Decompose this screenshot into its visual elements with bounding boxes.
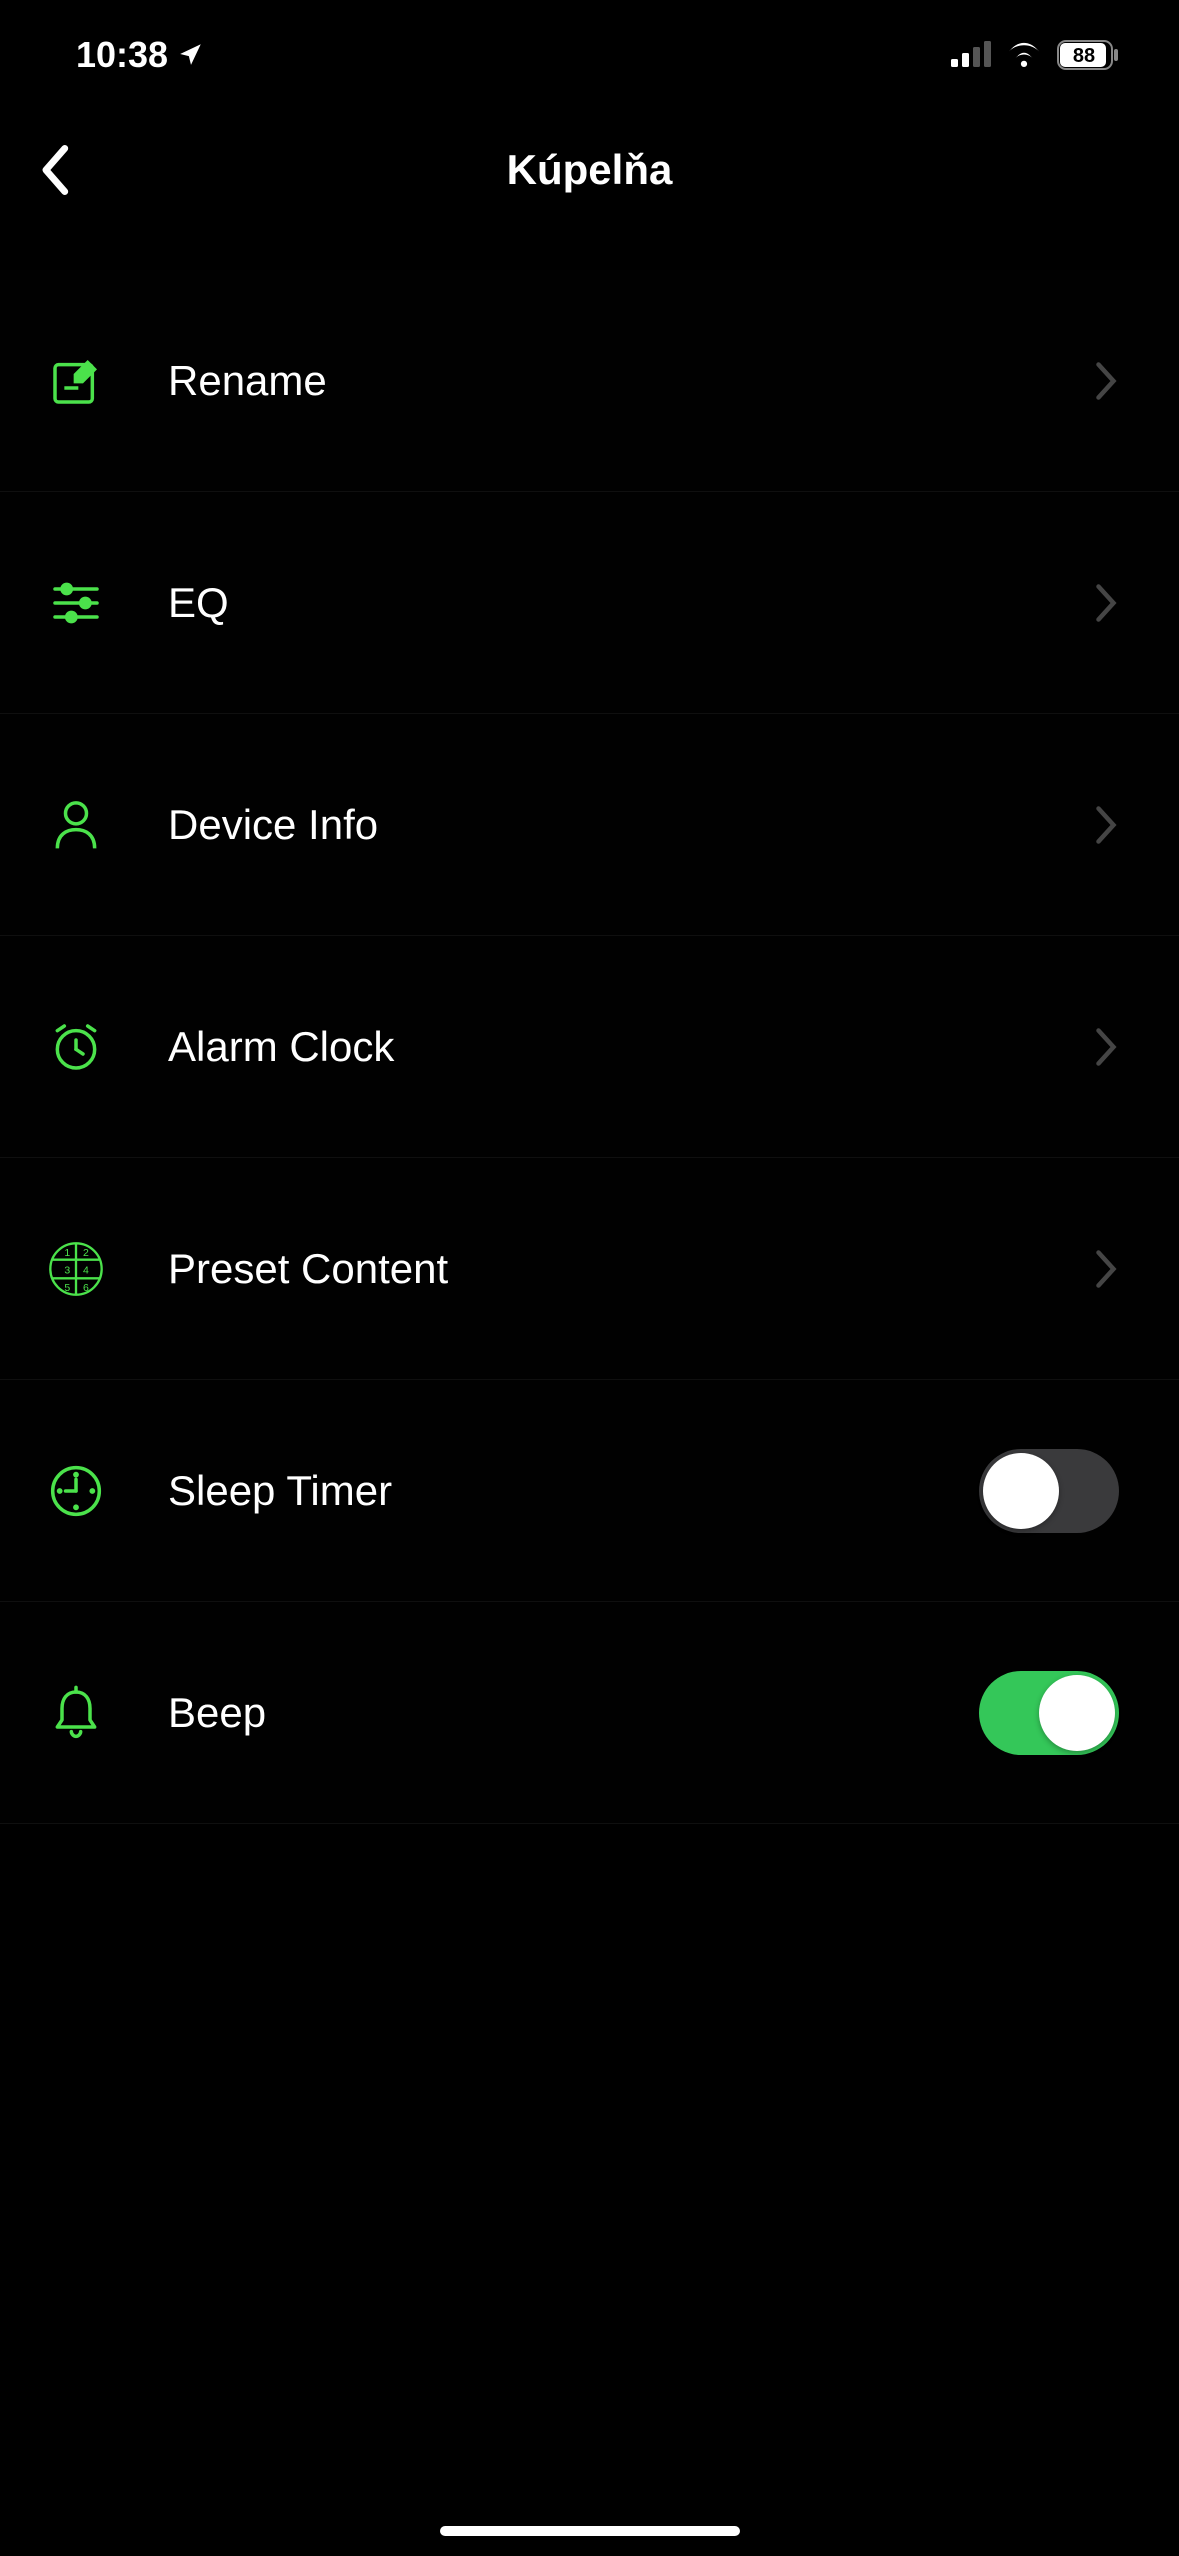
location-icon xyxy=(178,34,204,76)
row-device-info[interactable]: Device Info xyxy=(0,714,1179,936)
toggle-knob xyxy=(983,1453,1059,1529)
svg-text:6: 6 xyxy=(83,1282,89,1294)
row-alarm-clock[interactable]: Alarm Clock xyxy=(0,936,1179,1158)
eq-icon xyxy=(48,575,132,631)
cellular-icon xyxy=(951,39,991,72)
settings-list: Rename EQ Dev xyxy=(0,270,1179,1824)
row-trailing xyxy=(979,1671,1119,1755)
row-trailing xyxy=(1093,360,1119,402)
status-indicators: 88 xyxy=(951,39,1119,72)
svg-text:4: 4 xyxy=(83,1264,89,1276)
user-icon xyxy=(48,797,132,853)
row-label: Alarm Clock xyxy=(168,1023,1093,1071)
chevron-left-icon xyxy=(36,143,72,197)
page-title: Kúpelňa xyxy=(507,146,673,194)
rename-icon xyxy=(48,353,132,409)
row-trailing xyxy=(979,1449,1119,1533)
home-indicator[interactable] xyxy=(440,2526,740,2536)
row-trailing xyxy=(1093,1248,1119,1290)
status-bar: 10:38 88 xyxy=(0,0,1179,110)
row-preset-content[interactable]: 1 2 3 4 5 6 Preset Content xyxy=(0,1158,1179,1380)
row-label: Device Info xyxy=(168,801,1093,849)
svg-text:2: 2 xyxy=(83,1247,89,1259)
svg-text:3: 3 xyxy=(64,1264,70,1276)
row-trailing xyxy=(1093,582,1119,624)
back-button[interactable] xyxy=(24,140,84,200)
sleep-timer-toggle[interactable] xyxy=(979,1449,1119,1533)
svg-text:88: 88 xyxy=(1073,45,1095,67)
row-label: Rename xyxy=(168,357,1093,405)
row-label: Beep xyxy=(168,1689,979,1737)
bell-icon xyxy=(48,1685,132,1741)
beep-toggle[interactable] xyxy=(979,1671,1119,1755)
status-time: 10:38 xyxy=(76,34,168,76)
chevron-right-icon xyxy=(1093,582,1119,624)
chevron-right-icon xyxy=(1093,360,1119,402)
alarm-clock-icon xyxy=(48,1019,132,1075)
chevron-right-icon xyxy=(1093,1026,1119,1068)
battery-indicator: 88 xyxy=(1057,40,1119,70)
row-label: Preset Content xyxy=(168,1245,1093,1293)
row-rename[interactable]: Rename xyxy=(0,270,1179,492)
wifi-icon xyxy=(1005,39,1043,72)
nav-header: Kúpelňa xyxy=(0,110,1179,230)
chevron-right-icon xyxy=(1093,1248,1119,1290)
row-eq[interactable]: EQ xyxy=(0,492,1179,714)
toggle-knob xyxy=(1039,1675,1115,1751)
svg-text:1: 1 xyxy=(64,1247,70,1259)
chevron-right-icon xyxy=(1093,804,1119,846)
svg-text:5: 5 xyxy=(64,1282,70,1294)
row-label: EQ xyxy=(168,579,1093,627)
status-time-area: 10:38 xyxy=(76,34,204,76)
row-label: Sleep Timer xyxy=(168,1467,979,1515)
row-sleep-timer: Sleep Timer xyxy=(0,1380,1179,1602)
preset-grid-icon: 1 2 3 4 5 6 xyxy=(48,1241,132,1297)
row-beep: Beep xyxy=(0,1602,1179,1824)
row-trailing xyxy=(1093,804,1119,846)
clock-icon xyxy=(48,1463,132,1519)
row-trailing xyxy=(1093,1026,1119,1068)
